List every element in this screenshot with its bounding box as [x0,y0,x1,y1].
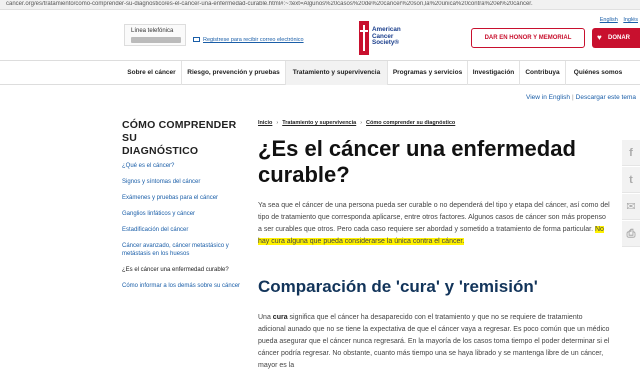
sidebar-links: ¿Qué es el cáncer? Signos y síntomas del… [122,162,246,298]
view-english-link[interactable]: View in English [526,94,570,101]
sidebar-item-signos[interactable]: Signos y síntomas del cáncer [122,178,246,186]
breadcrumb-separator: › [360,120,363,126]
sidebar-item-ganglios[interactable]: Ganglios linfáticos y cáncer [122,210,246,218]
breadcrumb-inicio[interactable]: Inicio [258,120,272,126]
sidebar-item-que-es[interactable]: ¿Qué es el cáncer? [122,162,246,170]
email-icon[interactable]: ✉ [622,194,640,220]
phone-label: Línea telefónica [131,28,174,34]
page-title-line-1: ¿Es el cáncer una enfermedad [258,136,576,161]
print-icon[interactable]: ⎙ [622,221,640,247]
separator: | [571,94,574,101]
facebook-icon[interactable]: f [622,140,640,166]
intro-text: Ya sea que el cáncer de una persona pued… [258,202,610,233]
envelope-icon [193,37,200,43]
section-heading: Comparación de 'cura' y 'remisión' [258,277,538,296]
nav-item-tratamiento[interactable]: Tratamiento y supervivencia [286,61,388,85]
logo-text: American Cancer Society® [372,26,401,47]
breadcrumb: Inicio › Tratamiento y supervivencia › Cómo … [258,120,455,126]
nav-item-riesgo[interactable]: Riesgo, prevención y pruebas [182,61,286,85]
nav-item-quienes[interactable]: Quiénes somos [566,61,630,85]
donate-label: DONAR [608,35,630,41]
cura-pre: Una [258,314,273,321]
url-text[interactable]: cancer.org/es/tratamiento/como-comprende… [6,1,596,7]
acs-logo[interactable]: American Cancer Society® [359,21,413,55]
sidebar-item-examenes[interactable]: Exámenes y pruebas para el cáncer [122,194,246,202]
browser-address-bar[interactable]: cancer.org/es/tratamiento/como-comprende… [0,0,640,10]
sidebar-item-avanzado[interactable]: Cáncer avanzado, cáncer metastásico y me… [122,242,246,258]
phone-number-redacted [131,37,181,43]
honor-memorial-button[interactable]: DAR EN HONOR Y MEMORIAL [471,28,585,48]
sword-logo-icon [359,21,369,55]
sidebar-item-curable[interactable]: ¿Es el cáncer una enfermedad curable? [122,266,246,274]
breadcrumb-comprender[interactable]: Cómo comprender su diagnóstico [366,120,455,126]
language-bar: View in English | Descargar este tema [526,94,636,101]
nav-item-investigacion[interactable]: Investigación [468,61,520,85]
phone-box[interactable]: Línea telefónica [124,24,186,46]
nav-item-sobre[interactable]: Sobre el cáncer [122,61,182,85]
email-signup-label: Registrese para recibir correo electróni… [203,37,304,43]
logo-line-3: Society® [372,39,400,46]
donate-button[interactable]: ♥ DONAR [592,28,640,48]
nav-item-contribuya[interactable]: Contribuya [520,61,566,85]
sidebar-item-informar[interactable]: Cómo informar a los demás sobre su cánce… [122,282,246,290]
breadcrumb-tratamiento[interactable]: Tratamiento y supervivencia [282,120,356,126]
cura-text: significa que el cáncer ha desaparecido … [258,314,610,369]
nav-item-programas[interactable]: Programas y servicios [388,61,468,85]
ingles-link[interactable]: Inglés [623,17,638,23]
language-links: English Inglés [596,17,638,23]
page-title-line-2: curable? [258,162,350,187]
cura-term: cura [272,314,288,321]
page-title: ¿Es el cáncer una enfermedad curable? [258,136,598,188]
main-nav: Sobre el cáncer Riesgo, prevención y pru… [0,60,640,85]
download-topic-link[interactable]: Descargar este tema [576,94,636,101]
sidebar-title-line-1: CÓMO COMPRENDER SU [122,119,237,144]
twitter-icon[interactable]: t [622,167,640,193]
sidebar-item-estadificacion[interactable]: Estadificación del cáncer [122,226,246,234]
sidebar-title: CÓMO COMPRENDER SU DIAGNÓSTICO [122,119,252,158]
cura-paragraph: Una cura significa que el cáncer ha desa… [258,312,610,372]
english-link[interactable]: English [600,17,618,23]
heart-icon: ♥ [597,33,602,42]
breadcrumb-separator: › [276,120,279,126]
email-signup-link[interactable]: Registrese para recibir correo electróni… [193,37,304,43]
sidebar-title-line-2: DIAGNÓSTICO [122,145,199,157]
intro-paragraph: Ya sea que el cáncer de una persona pued… [258,200,610,248]
